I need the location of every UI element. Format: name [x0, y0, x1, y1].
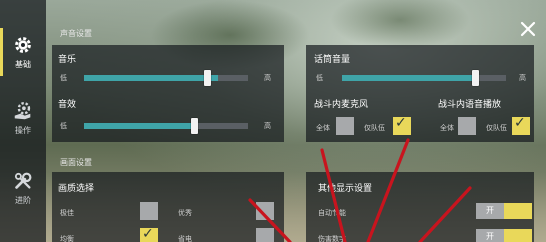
other-display-panel: 其他显示设置 自动节能 开 伤害数字 开 [306, 172, 534, 242]
section-header-audio: 声音设置 [60, 29, 92, 38]
quality-option-label: 均衡 [60, 235, 74, 242]
music-slider[interactable] [84, 70, 248, 86]
battle-voice-title: 战斗内语音播放 [438, 100, 502, 110]
sidebar-tab-controls[interactable]: 操作 [0, 88, 46, 148]
slider-knob[interactable] [191, 118, 198, 134]
quality-title: 画质选择 [58, 184, 95, 194]
mic-volume-slider[interactable] [342, 70, 506, 86]
battle-mic-team-checkbox[interactable]: ✓ [393, 115, 411, 135]
slider-fill [84, 123, 194, 129]
section-header-graphics: 画面设置 [60, 158, 92, 167]
toggle-on-label: 开 [486, 232, 494, 241]
toggle-knob [504, 229, 532, 242]
slider-knob[interactable] [204, 70, 211, 86]
slider-low-label: 低 [60, 74, 67, 82]
slider-fill [342, 75, 477, 81]
voice-panel: 话筒音量 低 高 战斗内麦克风 全体 仅队伍 ✓ 战斗内语音播放 全体 仅队伍 … [306, 45, 534, 142]
auto-powersave-toggle[interactable]: 开 [476, 203, 532, 219]
option-label: 仅队伍 [486, 124, 507, 132]
sidebar-tab-label: 进阶 [15, 196, 31, 205]
sidebar-tab-label: 基础 [15, 60, 31, 69]
slider-high-label: 高 [264, 122, 271, 130]
quality-great-checkbox[interactable] [256, 202, 274, 220]
toggle-on-label: 开 [486, 206, 494, 215]
slider-fill [84, 75, 219, 81]
battle-mic-all-checkbox[interactable] [336, 117, 354, 135]
gear-hand-icon [14, 102, 31, 120]
quality-option-label: 省电 [178, 235, 192, 242]
option-label: 全体 [316, 124, 330, 132]
quality-powersave-checkbox[interactable] [256, 228, 274, 242]
quality-excellent-checkbox[interactable] [140, 202, 158, 220]
setting-row-label: 伤害数字 [318, 235, 346, 242]
slider-low-label: 低 [60, 122, 67, 130]
settings-sidebar: 基础 操作 进阶 [0, 0, 46, 242]
option-label: 全体 [440, 124, 454, 132]
setting-row-label: 自动节能 [318, 209, 346, 217]
slider-knob[interactable] [472, 70, 479, 86]
slider-high-label: 高 [264, 74, 271, 82]
sidebar-tab-label: 操作 [15, 126, 31, 135]
quality-balanced-checkbox[interactable]: ✓ [140, 226, 158, 242]
other-display-title: 其他显示设置 [318, 184, 373, 194]
close-button[interactable] [518, 20, 538, 40]
check-icon: ✓ [395, 115, 407, 131]
gear-icon [15, 37, 31, 53]
close-icon [520, 21, 536, 37]
wrench-icon [14, 172, 32, 189]
sfx-slider[interactable] [84, 118, 248, 134]
sidebar-tab-basic[interactable]: 基础 [0, 22, 46, 82]
slider-low-label: 低 [316, 74, 323, 82]
check-icon: ✓ [514, 115, 526, 131]
toggle-knob [504, 203, 532, 219]
check-icon: ✓ [142, 226, 154, 242]
audio-volume-panel: 音乐 低 高 音效 低 高 [52, 45, 284, 142]
slider-high-label: 高 [519, 74, 526, 82]
quality-panel: 画质选择 极佳 优秀 均衡 ✓ 省电 [52, 172, 284, 242]
sidebar-tab-advanced[interactable]: 进阶 [0, 158, 46, 218]
battle-voice-all-checkbox[interactable] [458, 117, 476, 135]
music-title: 音乐 [58, 55, 77, 65]
damage-number-toggle[interactable]: 开 [476, 229, 532, 242]
quality-option-label: 优秀 [178, 209, 192, 217]
battle-mic-title: 战斗内麦克风 [314, 100, 369, 110]
background-foliage [330, 0, 470, 50]
option-label: 仅队伍 [364, 124, 385, 132]
mic-volume-title: 话筒音量 [314, 55, 351, 65]
battle-voice-team-checkbox[interactable]: ✓ [512, 115, 530, 135]
quality-option-label: 极佳 [60, 209, 74, 217]
sfx-title: 音效 [58, 100, 77, 110]
